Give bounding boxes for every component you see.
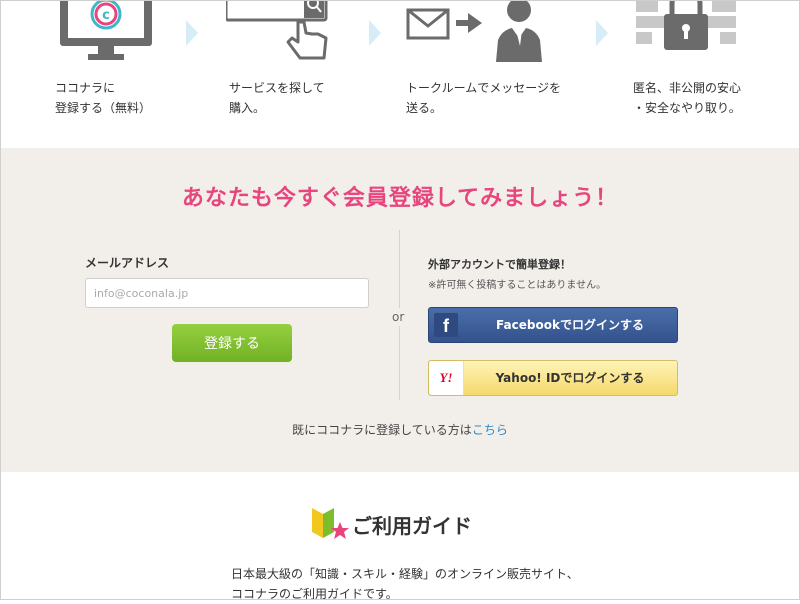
lock-icon — [636, 0, 736, 50]
guide-description: 日本最大級の「知識・スキル・経験」のオンライン販売サイト、 ココナラのご利用ガイ… — [231, 567, 579, 601]
register-button[interactable]: 登録する — [172, 324, 292, 362]
external-account-title: 外部アカウントで簡単登録！ — [428, 258, 571, 271]
signup-heading: あなたも今すぐ会員登録してみましょう！ — [181, 186, 619, 211]
external-account-note: ※許可無く投稿することはありません。 — [428, 280, 607, 291]
svg-text:c: c — [102, 8, 110, 23]
facebook-login-label: Facebookでログインする — [496, 318, 644, 332]
step-arrow-icon — [596, 20, 608, 46]
guide-title: ご利用ガイド — [352, 514, 472, 538]
yahoo-login-button[interactable]: Y! Yahoo! IDでログインする — [428, 360, 678, 396]
email-label: メールアドレス — [85, 256, 170, 270]
search-click-icon — [226, 0, 328, 60]
monitor-logo-icon: c — [60, 0, 152, 60]
existing-user-line: 既にココナラに登録している方はこちら — [0, 421, 800, 438]
yahoo-icon: Y! — [429, 361, 464, 395]
step-arrow-icon — [186, 20, 198, 46]
existing-user-login-link[interactable]: こちら — [472, 423, 508, 437]
or-separator: or — [392, 308, 405, 326]
guide-section: ご利用ガイド 日本最大級の「知識・スキル・経験」のオンライン販売サイト、 ココナ… — [0, 472, 800, 601]
step-text-register: ココナラに 登録する（無料） — [55, 81, 152, 115]
beginner-mark-icon — [312, 508, 349, 539]
signup-section: あなたも今すぐ会員登録してみましょう！ メールアドレス 登録する or 外部アカ… — [0, 148, 800, 472]
how-it-works-steps: c ココナラに 登録する（無料） サービスを探して 購入。 トークルームでメッセ… — [0, 0, 800, 148]
facebook-icon: f — [434, 313, 458, 337]
mail-to-person-icon — [406, 0, 542, 62]
facebook-login-button[interactable]: f Facebookでログインする — [428, 307, 678, 343]
step-text-search: サービスを探して 購入。 — [229, 81, 325, 115]
step-text-secure: 匿名、非公開の安心 ・安全なやり取り。 — [633, 81, 742, 115]
step-text-message: トークルームでメッセージを 送る。 — [406, 81, 562, 115]
existing-user-text: 既にココナラに登録している方は — [292, 423, 472, 437]
step-arrow-icon — [369, 20, 381, 46]
yahoo-login-label: Yahoo! IDでログインする — [495, 371, 645, 385]
email-field[interactable] — [85, 278, 369, 308]
